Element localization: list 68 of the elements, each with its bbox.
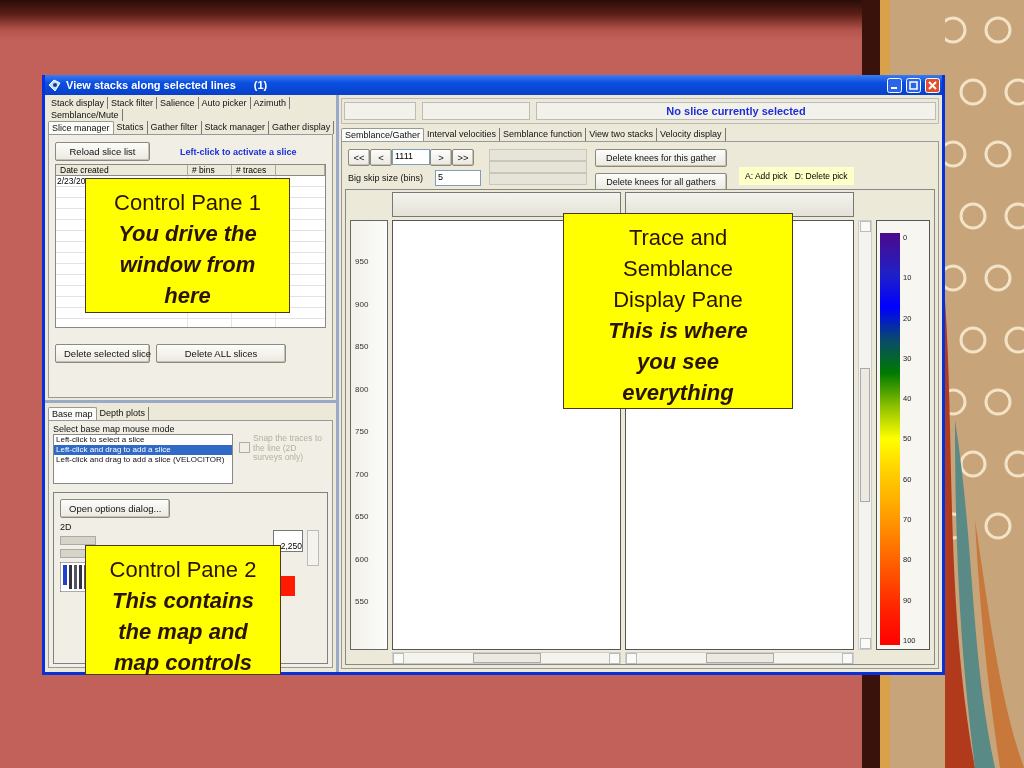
tab[interactable]: Velocity display: [657, 128, 726, 141]
map-value: 2,250: [273, 530, 303, 552]
axis-tick-label: 750: [355, 427, 369, 436]
list-item[interactable]: Left-click and drag to add a slice: [54, 445, 232, 455]
callout-title: Trace and Semblance Display Pane: [612, 224, 744, 314]
tab[interactable]: Interval velocities: [424, 128, 501, 141]
list-item[interactable]: Left-click and drag to add a slice (VELOCITOR): [54, 455, 232, 465]
column-header[interactable]: [276, 165, 325, 176]
tab[interactable]: Slice manager: [48, 121, 114, 134]
callout-title: Control Pane 2: [108, 556, 258, 584]
axis-tick-label: 550: [355, 597, 369, 606]
column-header[interactable]: Date created: [56, 165, 188, 176]
tab[interactable]: Auto picker: [198, 97, 251, 109]
tab[interactable]: Azimuth: [250, 97, 291, 109]
app-icon: [47, 77, 62, 93]
tab[interactable]: Semblance function: [500, 128, 587, 141]
callout-title: Control Pane 1: [113, 189, 262, 217]
tab[interactable]: Semblance/Mute: [48, 109, 123, 121]
gather-field[interactable]: 1111: [392, 149, 430, 165]
tab[interactable]: Semblance/Gather: [341, 128, 425, 141]
axis-tick-label: 650: [355, 512, 369, 521]
hint-text: Left-click to activate a slice: [180, 146, 297, 157]
callout-text: This contains the map and map controls: [111, 587, 255, 677]
reload-button[interactable]: Reload slice list: [55, 142, 150, 161]
callout-text: You drive the window from here: [117, 220, 258, 310]
delete-slice-button[interactable]: Delete selected slice: [55, 344, 150, 363]
status-message: No slice currently selected: [536, 102, 936, 120]
minimize-button[interactable]: [887, 77, 902, 93]
axis-tick-label: 700: [355, 469, 369, 479]
horizontal-scrollbar[interactable]: [392, 652, 621, 664]
table-cell-text: 2/23/20: [56, 176, 87, 187]
list-item[interactable]: Left-click to select a slice: [54, 435, 232, 445]
mode-label: Select base map mouse mode: [53, 424, 176, 434]
delete-all-button[interactable]: Delete ALL slices: [156, 344, 286, 363]
info-field: [60, 536, 96, 545]
skip-label: Big skip size (bins): [348, 173, 424, 183]
axis-tick-label: 900: [355, 299, 369, 309]
vertical-scrollbar[interactable]: [858, 220, 872, 650]
key-hint: A: Add pick D: Delete pick: [739, 167, 854, 185]
axis-tick-label: 850: [355, 342, 369, 351]
options-button[interactable]: Open options dialog...: [60, 499, 170, 518]
nav-button[interactable]: <<: [348, 149, 370, 166]
maximize-button[interactable]: [906, 77, 921, 93]
window-title: View stacks along selected lines: [66, 79, 236, 91]
tab[interactable]: Gather display: [269, 121, 335, 134]
tab[interactable]: View two stacks: [586, 128, 657, 141]
status-field: [344, 102, 416, 120]
axis-tick-label: 800: [355, 384, 369, 394]
delete-knees-button[interactable]: Delete knees for this gather: [595, 149, 728, 167]
nav-button[interactable]: >>: [452, 149, 474, 166]
window-count: (1): [253, 79, 268, 91]
tab[interactable]: Stack display: [48, 97, 109, 109]
nav-button[interactable]: >: [430, 149, 452, 166]
column-header[interactable]: # traces: [232, 165, 276, 176]
horizontal-scrollbar[interactable]: [625, 652, 854, 664]
axis-tick-label: 600: [355, 554, 369, 564]
callout-text: This is where you see everything: [607, 317, 749, 407]
tab[interactable]: Salience: [157, 97, 199, 109]
axis-tick-label: 950: [355, 257, 369, 266]
close-button[interactable]: [925, 77, 940, 93]
mode-list[interactable]: Left-click to select a slice Left-click and drag to add a slice Left-click and drag to add a slice (VELOCITOR): [53, 434, 233, 484]
tab[interactable]: Stack filter: [108, 97, 158, 109]
nav-button[interactable]: <: [370, 149, 392, 166]
vertical-scrollbar[interactable]: [307, 530, 319, 566]
skip-field[interactable]: 5: [435, 170, 482, 186]
dimension-label: 2D: [60, 522, 73, 532]
column-header[interactable]: # bins: [188, 165, 232, 176]
tab[interactable]: Base map: [48, 407, 97, 420]
